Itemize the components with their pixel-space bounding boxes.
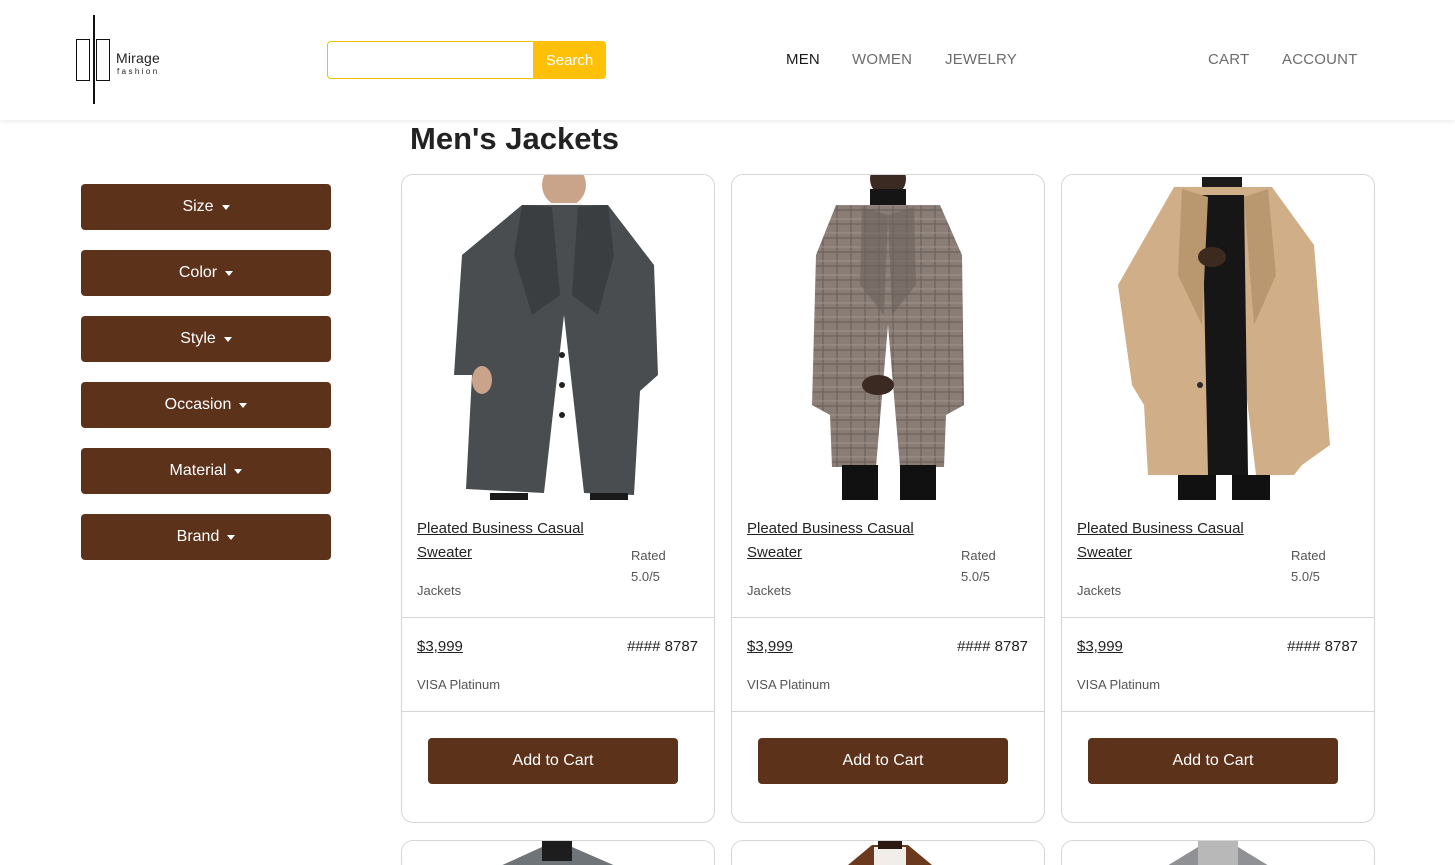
filter-style-dropdown[interactable]: Style xyxy=(81,316,331,362)
card-number: #### 8787 xyxy=(1287,638,1358,655)
nav-women[interactable]: WOMEN xyxy=(852,51,912,68)
logo-bar-left xyxy=(76,39,90,81)
product-category: Jackets xyxy=(417,583,462,598)
caret-down-icon xyxy=(221,205,230,210)
rated-label: Rated xyxy=(961,548,996,563)
product-price-link[interactable]: $3,999 xyxy=(747,638,793,655)
plaid-overcoat-image[interactable] xyxy=(732,175,1044,500)
card-divider xyxy=(1062,617,1374,618)
nav-men[interactable]: MEN xyxy=(786,51,820,68)
nav-account[interactable]: ACCOUNT xyxy=(1282,51,1358,68)
filter-label: Color xyxy=(178,264,218,281)
product-rating: Rated 5.0/5 xyxy=(631,545,681,587)
filter-label: Style xyxy=(180,330,216,347)
logo-stem xyxy=(93,15,95,104)
card-type: VISA Platinum xyxy=(417,677,501,692)
product-price-link[interactable]: $3,999 xyxy=(417,638,463,655)
card-type: VISA Platinum xyxy=(1077,677,1161,692)
product-card: Pleated Business Casual Sweater Rated 5.0… xyxy=(731,174,1045,823)
add-to-cart-button[interactable]: Add to Cart xyxy=(428,738,678,784)
product-name-link[interactable]: Pleated Business Casual Sweater xyxy=(747,517,947,565)
product-price-link[interactable]: $3,999 xyxy=(1077,638,1123,655)
filter-color-dropdown[interactable]: Color xyxy=(81,250,331,296)
filter-label: Size xyxy=(182,198,214,215)
rating-value: 5.0/5 xyxy=(961,569,990,584)
card-number: #### 8787 xyxy=(627,638,698,655)
brown-collar-coat-image[interactable] xyxy=(732,841,1044,865)
card-divider xyxy=(1062,711,1374,712)
product-card: Pleated Business Casual Sweater Rated 5.0… xyxy=(401,174,715,823)
product-card xyxy=(1061,840,1375,865)
filter-label: Occasion xyxy=(164,396,232,413)
product-card: Pleated Business Casual Sweater Rated 5.0… xyxy=(1061,174,1375,823)
rated-label: Rated xyxy=(631,548,666,563)
card-type: VISA Platinum xyxy=(747,677,831,692)
card-number: #### 8787 xyxy=(957,638,1028,655)
page-title: Men's Jackets xyxy=(410,121,619,156)
card-divider xyxy=(402,711,714,712)
caret-down-icon xyxy=(225,271,234,276)
rating-value: 5.0/5 xyxy=(1291,569,1320,584)
card-divider xyxy=(732,617,1044,618)
mirage-logo[interactable]: Mirage fashion xyxy=(74,15,174,105)
filter-size-dropdown[interactable]: Size xyxy=(81,184,331,230)
filter-material-dropdown[interactable]: Material xyxy=(81,448,331,494)
product-rating: Rated 5.0/5 xyxy=(961,545,1011,587)
product-category: Jackets xyxy=(747,583,792,598)
filter-label: Brand xyxy=(176,528,220,545)
camel-overcoat-image[interactable] xyxy=(1062,175,1374,500)
product-category: Jackets xyxy=(1077,583,1122,598)
card-divider xyxy=(402,617,714,618)
gray-overcoat-image[interactable] xyxy=(402,841,714,865)
filter-label: Material xyxy=(169,462,227,479)
filter-occasion-dropdown[interactable]: Occasion xyxy=(81,382,331,428)
caret-down-icon xyxy=(234,469,243,474)
rating-value: 5.0/5 xyxy=(631,569,660,584)
dark-gray-overcoat-image[interactable] xyxy=(402,175,714,500)
nav-jewelry[interactable]: JEWELRY xyxy=(945,51,1017,68)
search-button[interactable]: Search xyxy=(533,41,606,79)
product-card xyxy=(401,840,715,865)
product-name-link[interactable]: Pleated Business Casual Sweater xyxy=(1077,517,1277,565)
add-to-cart-button[interactable]: Add to Cart xyxy=(1088,738,1338,784)
brand-tagline: fashion xyxy=(117,67,160,76)
card-divider xyxy=(732,711,1044,712)
caret-down-icon xyxy=(223,337,232,342)
rated-label: Rated xyxy=(1291,548,1326,563)
caret-down-icon xyxy=(239,403,248,408)
product-name-link[interactable]: Pleated Business Casual Sweater xyxy=(417,517,617,565)
filter-brand-dropdown[interactable]: Brand xyxy=(81,514,331,560)
product-rating: Rated 5.0/5 xyxy=(1291,545,1341,587)
nav-cart[interactable]: CART xyxy=(1208,51,1249,68)
logo-bar-right xyxy=(96,39,110,81)
caret-down-icon xyxy=(227,535,236,540)
tweed-coat-image[interactable] xyxy=(1062,841,1374,865)
add-to-cart-button[interactable]: Add to Cart xyxy=(758,738,1008,784)
brand-name: Mirage xyxy=(116,50,160,66)
product-card xyxy=(731,840,1045,865)
site-header: Mirage fashion Search MEN WOMEN JEWELRY … xyxy=(0,0,1455,120)
search-input[interactable] xyxy=(327,41,534,79)
